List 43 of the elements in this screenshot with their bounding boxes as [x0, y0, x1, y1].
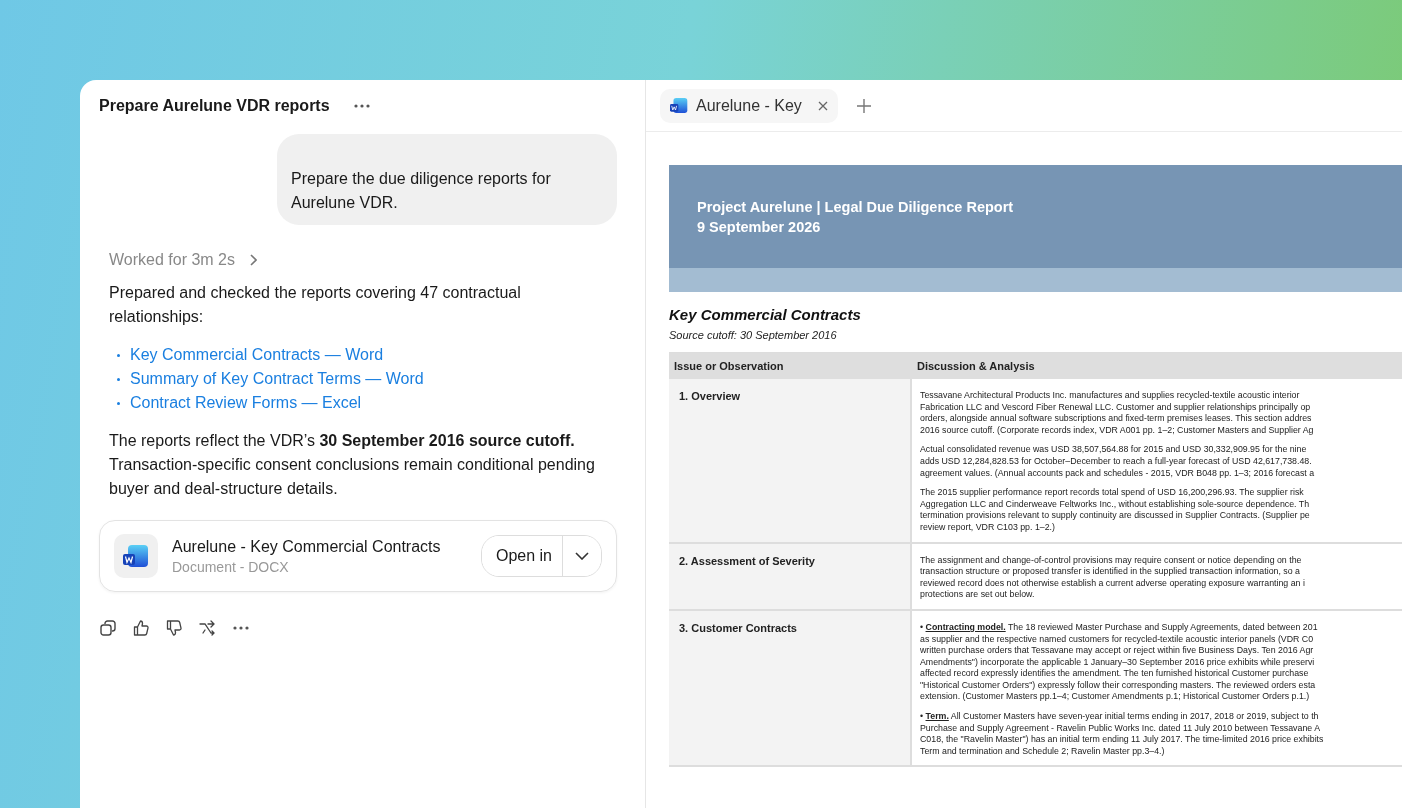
share-icon[interactable]	[199, 620, 216, 636]
table-cell: 2. Assessment of Severity	[669, 543, 912, 611]
source-note: Source cutoff: 30 September 2016	[669, 329, 838, 341]
table-cell: 3. Customer Contracts	[669, 610, 912, 768]
section-title: Key Commercial Contracts	[669, 306, 862, 323]
report-link[interactable]: Key Commercial Contracts — Word	[130, 343, 384, 367]
document-tab[interactable]: Aurelune - Key	[660, 88, 838, 123]
bullet-icon	[117, 353, 120, 357]
chevron-right-icon	[248, 254, 257, 266]
cell-paragraph: The assignment and change-of-control provisions may require consent or notice depending on the transaction structure or proposed transfer is identified in the supplied transaction information, so a reviewed record does not otherwise establish a current adverse operating exposure warranting an i protections are set out below.	[920, 554, 1305, 601]
thumbs-up-icon[interactable]	[133, 620, 149, 636]
more-icon[interactable]	[353, 104, 370, 108]
cell-paragraph: Tessavane Architectural Products Inc. manufactures and supplies recycled-textile acoustic interior Fabrication LLC and Vescord Fiber Renewal LLC. Customer and supplier relationships principally op orders, alongside annual software subscriptions and fixed-term premises leases. This section addres 2016 source cutoff. (Corporate records index, VDR A001 pp. 1–2; Customer Masters and Supplier Ag	[920, 390, 1314, 437]
cell-paragraph: • Contracting model. The 18 reviewed Master Purchase and Supply Agreements, dated between 201 as supplier and the respective named customers for recycled-textile acoustic interior panels (VDR C0 written purchase orders that Tessavane may accept or reject within five Business Days. Ten 2016 Agr Amendments") incorporate the applicable 1 January–30 September 2016 price exhibits while preservi affected record expressly identifies the amendment. The ten furnished historical Customer purchase "Historical Customer Orders") expressly follow their corresponding masters. The reviewed orders esta extension. (Customer Masters pp.1–4; Customer Amendments p.1; Historical Customer Orders p.1.)	[920, 621, 1318, 704]
worked-for-toggle[interactable]: Worked for 3m 2s	[109, 251, 257, 269]
document-icon	[123, 544, 149, 568]
response-text: The reports reflect the VDR’s 30 September 2016 source cutoff. Transaction-specific consent conclusions remain conditional pending buyer and deal-structure details.	[109, 431, 596, 499]
chevron-down-icon	[575, 552, 589, 560]
cell-paragraph: Actual consolidated revenue was USD 38,507,564.88 for 2015 and USD 30,332,909.95 for the nine adds USD 12,284,828.53 for October–December to reach a full-year forecast of USD 42,617,738.48. agreement values. (Annual accounts pack and schedules - 2015, VDR B048 pp. 1–3; 2016 forecast a	[920, 444, 1315, 480]
close-icon[interactable]	[817, 100, 828, 111]
more-icon[interactable]	[233, 626, 249, 630]
add-tab-icon[interactable]	[855, 97, 872, 114]
user-message: Prepare the due diligence reports for Aurelune VDR.	[277, 134, 617, 225]
copy-icon[interactable]	[100, 620, 116, 636]
table-cell: 1. Overview	[669, 379, 912, 544]
report-link[interactable]: Contract Review Forms — Excel	[130, 391, 362, 415]
column-header: Issue or Observation	[669, 353, 912, 379]
file-card[interactable]: Aurelune - Key Commercial Contracts Document - DOCX Open in	[99, 520, 617, 592]
response-text: Prepared and checked the reports covering 47 contractual relationships:	[109, 283, 522, 327]
bullet-icon	[117, 377, 120, 381]
report-link[interactable]: Summary of Key Contract Terms — Word	[130, 367, 424, 391]
cell-paragraph: • Term. All Customer Masters have seven-year initial terms ending in 2017, 2018 or 2019, subject to th Purchase and Supply Agreement - Ravelin Public Works Inc. dated 11 July 2010 between Tessavane A C018, the "Ravelin Master") has an initial term ending 11 July 2017. The time-limited 2016 price exhibits Term and termination and Schedule 2; Ravelin Master pp.3–4.)	[920, 711, 1324, 758]
conversation-title: Prepare Aurelune VDR reports	[99, 97, 330, 115]
cell-paragraph: The 2015 supplier performance report records total spend of USD 16,200,296.93. The supplier risk Aggregation LLC and Cinderweave Feltworks Inc., without establishing sole-source dependence. Th termination provisions relevant to supply continuity are discussed in Supplier Contracts. (Supplier pe review report, VDR C103 pp. 1–2.)	[920, 487, 1310, 534]
column-header: Discussion & Analysis	[912, 353, 1402, 379]
file-title: Aurelune - Key Commercial Contracts	[172, 537, 442, 556]
banner-title: Project Aurelune | Legal Due Diligence Report	[697, 198, 1015, 217]
document-icon	[670, 97, 688, 114]
thumbs-down-icon[interactable]	[166, 620, 182, 636]
open-menu-button[interactable]	[562, 536, 601, 576]
bullet-icon	[117, 401, 120, 405]
file-type: Document - DOCX	[172, 558, 290, 575]
banner-date: 9 September 2026	[697, 218, 822, 237]
